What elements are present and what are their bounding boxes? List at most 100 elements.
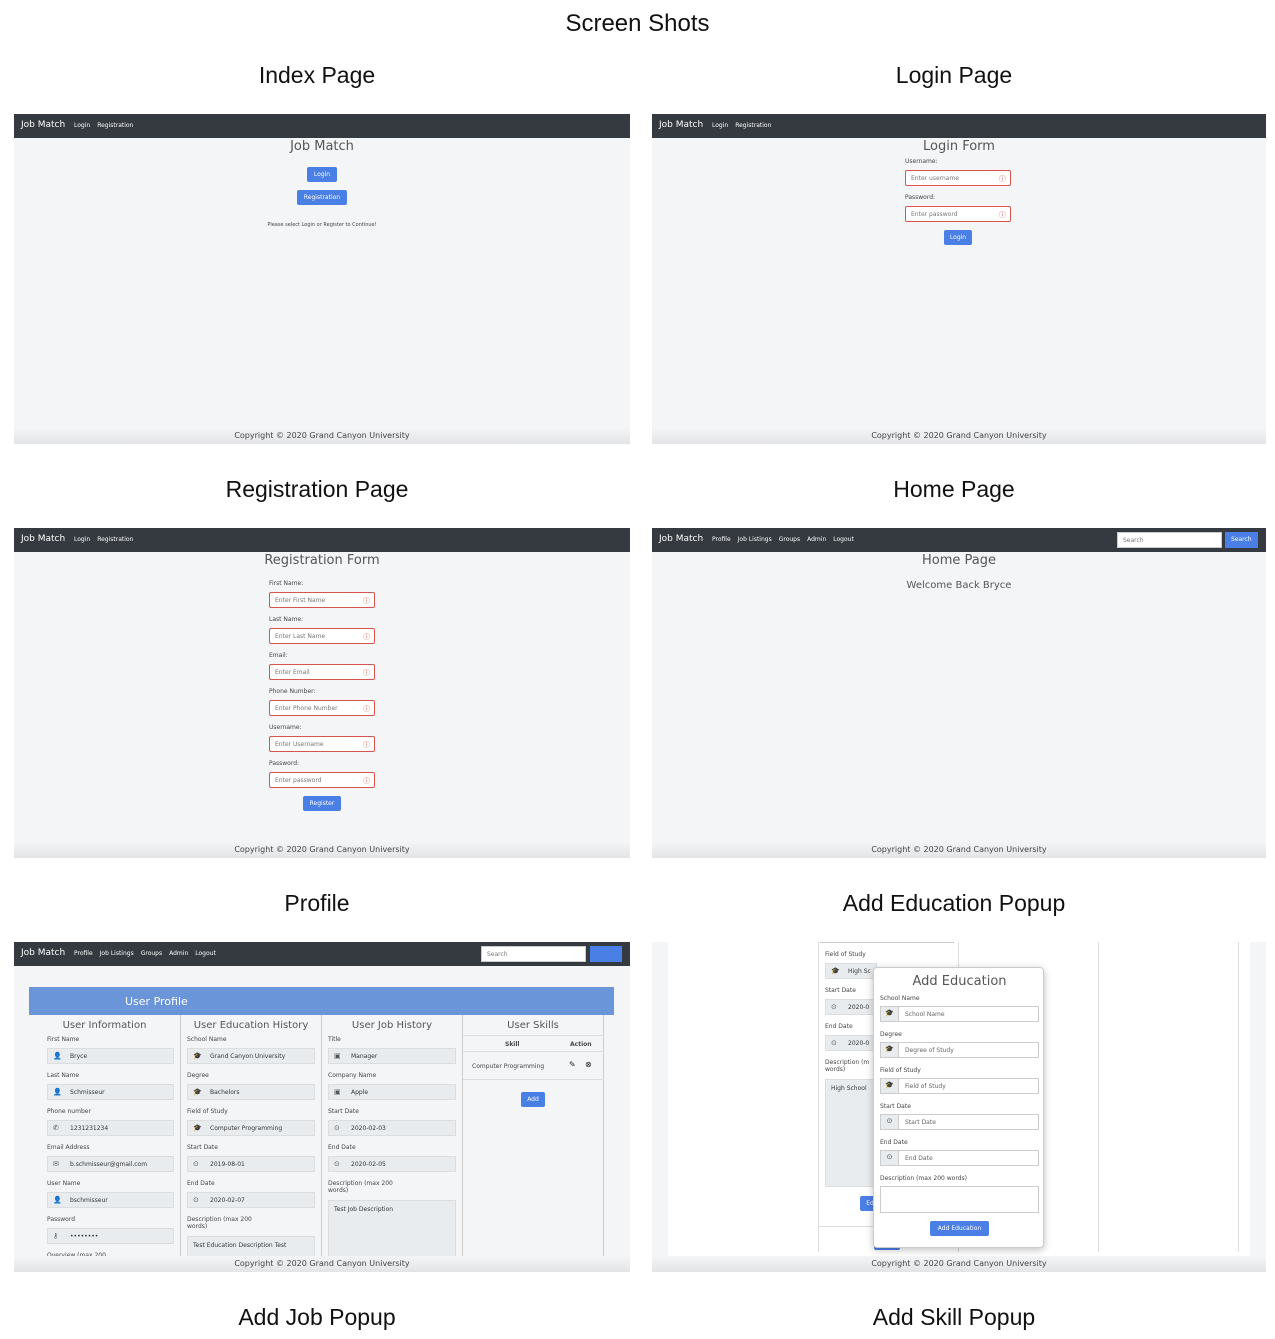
index-message: Please select Login or Register to Conti…	[267, 222, 377, 228]
field-of-study-field[interactable]: 🎓 Computer Programming	[187, 1120, 315, 1136]
nav-registration[interactable]: Registration	[97, 122, 133, 129]
last-name-label: Last Name:	[269, 616, 304, 623]
password-field[interactable]: ⚷ ••••••••	[47, 1228, 174, 1244]
user-information-panel: User Information First Name 👤 Bryce Last …	[29, 1015, 181, 1272]
footer: Copyright © 2020 Grand Canyon University	[234, 431, 410, 440]
field-of-study-input[interactable]: 🎓 Field of Study	[880, 1078, 1039, 1094]
warning-icon: ⓘ	[363, 705, 370, 713]
field-of-study-label: Field of Study	[187, 1108, 228, 1115]
first-name-label: First Name:	[269, 580, 304, 587]
degree-field[interactable]: 🎓 Bachelors	[187, 1084, 315, 1100]
brand-link[interactable]: Job Match	[659, 120, 703, 130]
nav-login[interactable]: Login	[74, 536, 90, 543]
last-name-input[interactable]: Enter Last Name ⓘ	[269, 628, 375, 644]
email-field[interactable]: ✉ b.schmisseur@gmail.com	[47, 1156, 174, 1172]
nav-registration[interactable]: Registration	[735, 122, 771, 129]
nav-logout[interactable]: Logout	[833, 536, 854, 543]
add-skill-button[interactable]: Add	[521, 1092, 545, 1107]
search-button[interactable]: Search	[1225, 532, 1258, 548]
school-name-label: School Name	[187, 1036, 227, 1043]
nav-registration[interactable]: Registration	[97, 536, 133, 543]
graduation-cap-icon: 🎓	[881, 1007, 899, 1021]
school-name-input[interactable]: 🎓 School Name	[880, 1006, 1039, 1022]
description-textarea[interactable]	[880, 1186, 1039, 1213]
start-date-field[interactable]: ⊙ 2019-08-01	[187, 1156, 315, 1172]
nav-login[interactable]: Login	[74, 122, 90, 129]
password-label: Password:	[905, 194, 936, 201]
username-label: Username:	[269, 724, 302, 731]
login-button[interactable]: Login	[307, 167, 337, 182]
last-name-field[interactable]: 👤 Schmisseur	[47, 1084, 174, 1100]
password-input[interactable]: Enter password ⓘ	[269, 772, 375, 788]
user-icon: 👤	[53, 1052, 62, 1060]
clock-icon: ⊙	[881, 1151, 899, 1165]
nav-job-listings[interactable]: Job Listings	[100, 950, 134, 957]
footer: Copyright © 2020 Grand Canyon University	[871, 1259, 1047, 1268]
user-icon: 👤	[53, 1196, 62, 1204]
graduation-cap-icon: 🎓	[881, 1043, 899, 1057]
graduation-cap-icon: 🎓	[193, 1088, 202, 1096]
graduation-cap-icon: 🎓	[193, 1124, 202, 1132]
job-start-field[interactable]: ⊙ 2020-02-03	[328, 1120, 456, 1136]
job-panel: User Job History Title ▣ Manager Company …	[322, 1015, 463, 1272]
nav-profile[interactable]: Profile	[712, 536, 731, 543]
description-label: Description (max 200 words)	[187, 1216, 252, 1230]
clock-icon: ⊙	[193, 1196, 199, 1204]
search-input[interactable]: Search	[481, 946, 586, 962]
add-education-modal: Add Education School Name 🎓 School Name D…	[873, 967, 1044, 1248]
nav-job-listings[interactable]: Job Listings	[738, 536, 772, 543]
edit-icon[interactable]: ✎	[569, 1060, 576, 1069]
username-input[interactable]: Enter Username ⓘ	[269, 736, 375, 752]
description-label: Description (max 200 words)	[880, 1175, 967, 1182]
email-input[interactable]: Enter Email ⓘ	[269, 664, 375, 680]
phone-field[interactable]: ✆ 1231231234	[47, 1120, 174, 1136]
bg-description: High School	[825, 1079, 877, 1187]
nav-login[interactable]: Login	[712, 122, 728, 129]
nav-groups[interactable]: Groups	[779, 536, 800, 543]
nav-groups[interactable]: Groups	[141, 950, 162, 957]
first-name-field[interactable]: 👤 Bryce	[47, 1048, 174, 1064]
email-label: Email:	[269, 652, 288, 659]
login-submit-button[interactable]: Login	[944, 230, 972, 245]
first-name-label: First Name	[47, 1036, 80, 1043]
skills-heading: User Skills	[507, 1020, 559, 1031]
search-button[interactable]: Search	[590, 946, 622, 962]
warning-icon: ⓘ	[363, 669, 370, 677]
warning-icon: ⓘ	[999, 175, 1006, 183]
registration-button[interactable]: Registration	[297, 190, 347, 205]
phone-input[interactable]: Enter Phone Number ⓘ	[269, 700, 375, 716]
end-date-input[interactable]: ⊙ End Date	[880, 1150, 1039, 1166]
brand-link[interactable]: Job Match	[659, 534, 703, 544]
nav-admin[interactable]: Admin	[807, 536, 826, 543]
degree-input[interactable]: 🎓 Degree of Study	[880, 1042, 1039, 1058]
title-field[interactable]: ▣ Manager	[328, 1048, 456, 1064]
nav-profile[interactable]: Profile	[74, 950, 93, 957]
nav-logout[interactable]: Logout	[195, 950, 216, 957]
nav-admin[interactable]: Admin	[169, 950, 188, 957]
brand-link[interactable]: Job Match	[21, 948, 65, 958]
username-input[interactable]: Enter username ⓘ	[905, 170, 1011, 186]
username-field[interactable]: 👤 bschmisseur	[47, 1192, 174, 1208]
add-education-button[interactable]: Add Education	[930, 1221, 989, 1236]
end-date-field[interactable]: ⊙ 2020-02-07	[187, 1192, 315, 1208]
job-end-field[interactable]: ⊙ 2020-02-05	[328, 1156, 456, 1172]
register-button[interactable]: Register	[303, 796, 341, 811]
search-input[interactable]: Search	[1117, 532, 1222, 548]
phone-icon: ✆	[53, 1124, 59, 1132]
username-label: User Name	[47, 1180, 81, 1187]
start-date-input[interactable]: ⊙ Start Date	[880, 1114, 1039, 1130]
caption-add-skill: Add Skill Popup	[872, 1304, 1036, 1330]
delete-icon[interactable]: ⊗	[585, 1060, 592, 1069]
education-panel: User Education History School Name 🎓 Gran…	[181, 1015, 322, 1272]
first-name-input[interactable]: Enter First Name ⓘ	[269, 592, 375, 608]
user-information-heading: User Information	[62, 1020, 147, 1031]
brand-link[interactable]: Job Match	[21, 534, 65, 544]
briefcase-icon: ▣	[334, 1088, 341, 1096]
caption-login: Login Page	[895, 62, 1013, 88]
password-input[interactable]: Enter password ⓘ	[905, 206, 1011, 222]
company-field[interactable]: ▣ Apple	[328, 1084, 456, 1100]
bg-description-label: Description (m words)	[825, 1059, 870, 1073]
modal-title: Add Education	[912, 974, 1007, 989]
school-name-field[interactable]: 🎓 Grand Canyon University	[187, 1048, 315, 1064]
brand-link[interactable]: Job Match	[21, 120, 65, 130]
